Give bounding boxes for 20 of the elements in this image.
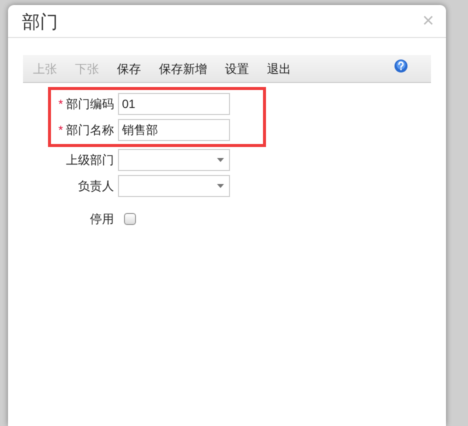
toolbar-button[interactable]: 设置 (225, 60, 249, 78)
required-mark: * (58, 122, 63, 139)
field-label: 停用 (90, 211, 114, 228)
dropdown-field[interactable] (118, 175, 230, 197)
input-field[interactable]: 01 (118, 93, 230, 115)
help-icon[interactable] (394, 59, 408, 73)
toolbar-button[interactable]: 保存新增 (159, 60, 207, 78)
toolbar-button[interactable]: 退出 (267, 60, 291, 78)
caret-icon (217, 158, 224, 162)
window-title: 部门 (22, 10, 58, 34)
field-label: 上级部门 (66, 152, 114, 169)
required-mark: * (58, 96, 63, 113)
dropdown-field[interactable] (118, 149, 230, 171)
field-label: 部门名称 (66, 122, 114, 139)
input-field[interactable]: 销售部 (118, 119, 230, 141)
checkbox[interactable] (124, 213, 136, 225)
field-label: 部门编码 (66, 96, 114, 113)
caret-icon (217, 184, 224, 188)
field-label: 负责人 (78, 178, 114, 195)
toolbar-button[interactable]: 保存 (117, 60, 141, 78)
